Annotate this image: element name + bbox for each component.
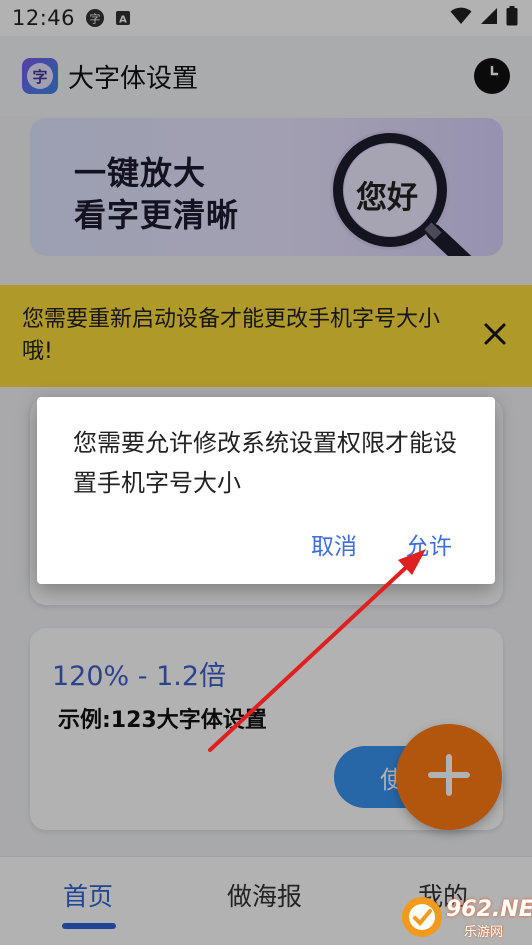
dialog-message: 您需要允许修改系统设置权限才能设置手机字号大小 (73, 429, 457, 497)
watermark-logo: 962.NET 乐游网 (400, 893, 532, 941)
cancel-button[interactable]: 取消 (311, 527, 357, 561)
watermark-text: 962.NET (446, 897, 532, 922)
watermark-subtext: 乐游网 (464, 925, 504, 940)
permission-dialog: 您需要允许修改系统设置权限才能设置手机字号大小 取消 允许 (37, 397, 495, 584)
allow-button[interactable]: 允许 (406, 527, 452, 561)
